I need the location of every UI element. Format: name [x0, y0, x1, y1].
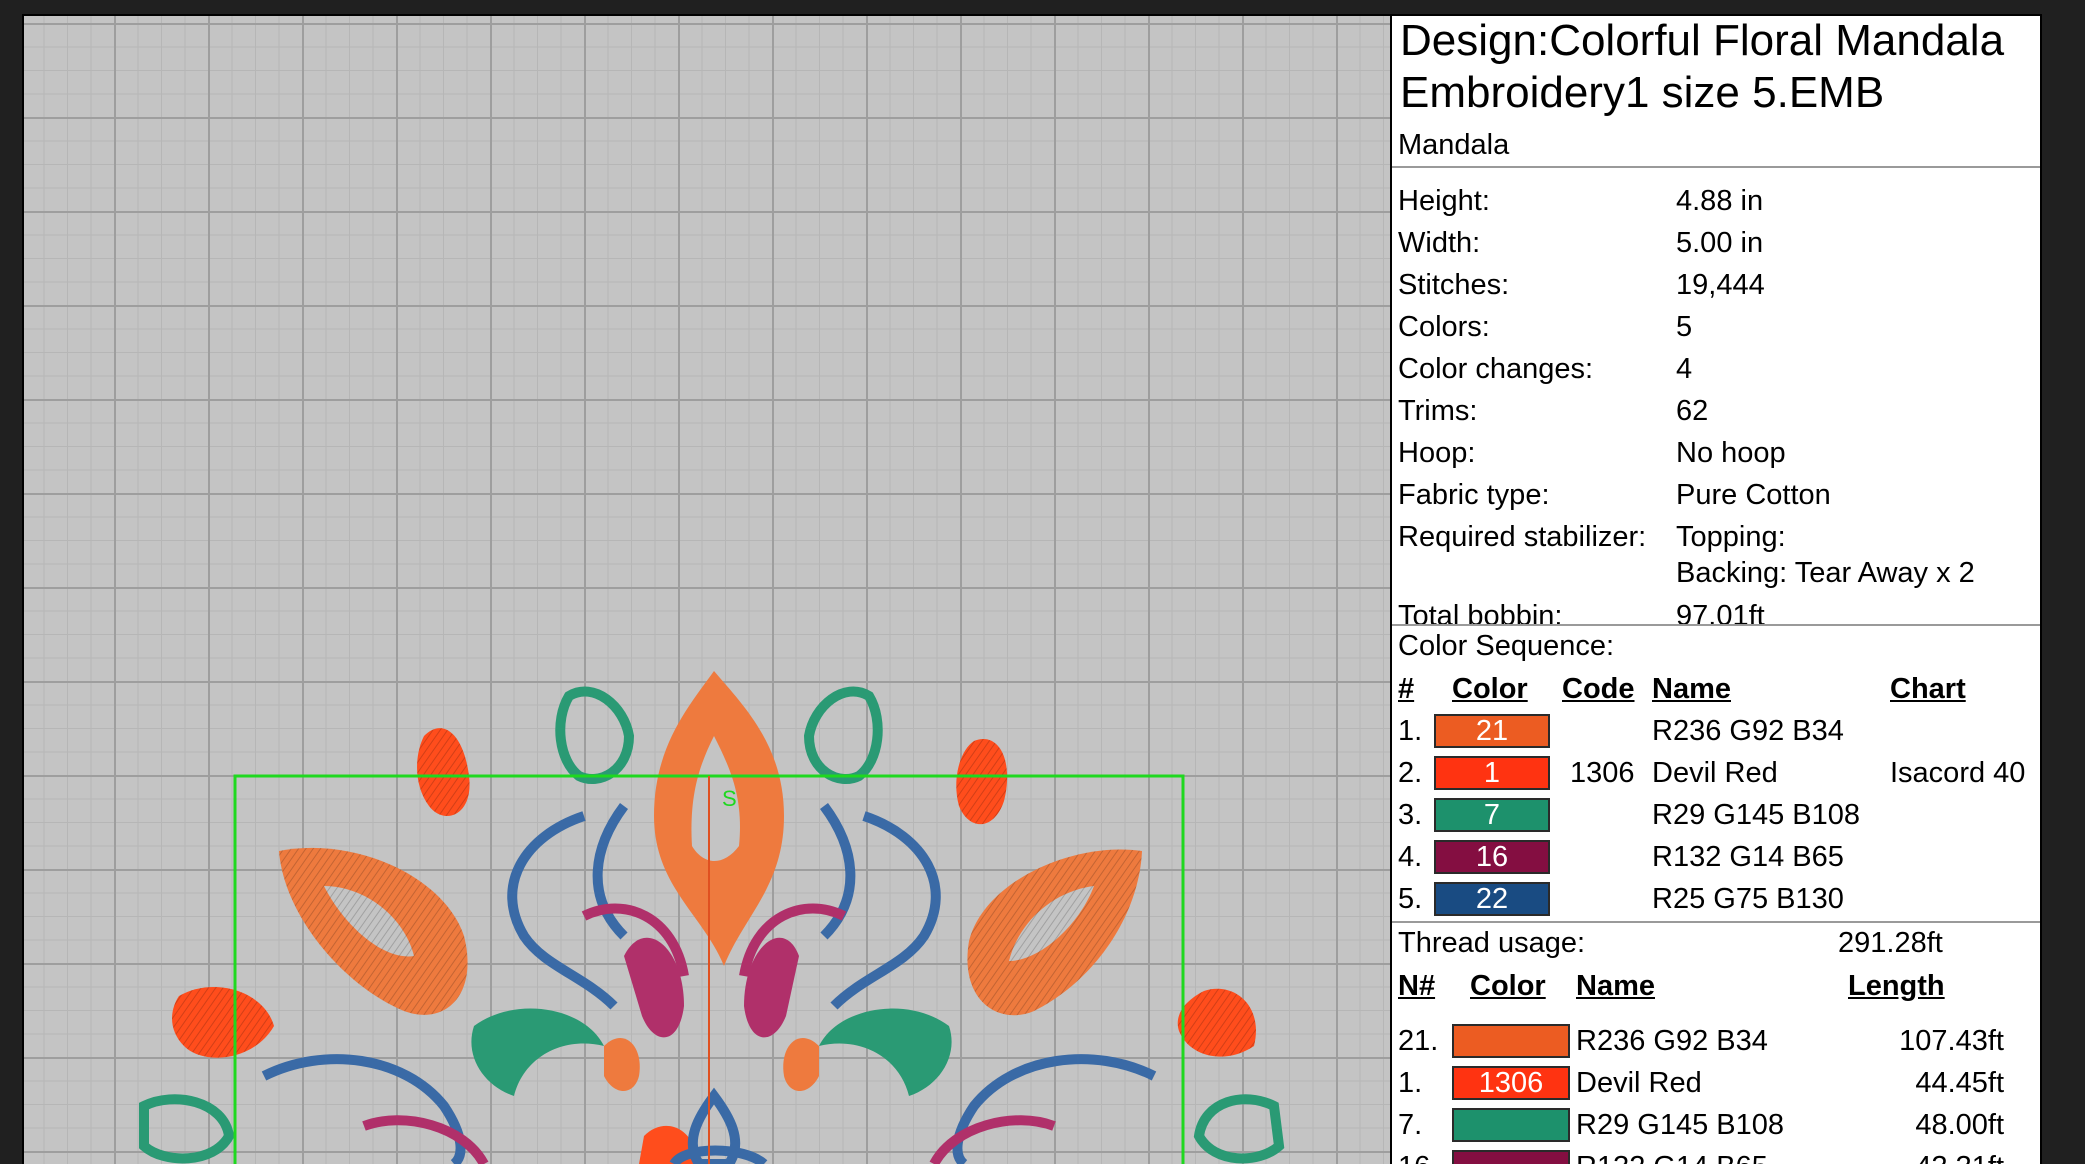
start-marker: S	[722, 786, 737, 811]
color-sequence-row: 5. 22 R25 G75 B130	[1392, 880, 2040, 920]
stat-value: 62	[1676, 394, 1708, 428]
col-header-color: Color	[1452, 672, 1528, 706]
stat-value: 19,444	[1676, 268, 1765, 302]
thread-usage-row: 7. R29 G145 B108 48.00ft	[1392, 1106, 2040, 1146]
stat-label: Color changes:	[1398, 352, 1593, 386]
usage-header-color: Color	[1470, 969, 1546, 1003]
design-info-panel: Design:Colorful Floral Mandala Embroider…	[1392, 16, 2040, 1164]
row-number: 4.	[1398, 840, 1422, 874]
color-swatch	[1452, 1024, 1570, 1058]
divider	[1392, 624, 2040, 626]
thread-name: R236 G92 B34	[1652, 714, 1844, 748]
thread-name: R29 G145 B108	[1652, 798, 1860, 832]
color-swatch: 16	[1434, 840, 1550, 874]
design-title-line2: Embroidery1 size 5.EMB	[1400, 68, 1884, 118]
thread-code: 1306	[1570, 756, 1635, 790]
col-header-code: Code	[1562, 672, 1635, 706]
thread-name: R25 G75 B130	[1652, 882, 1844, 916]
stat-label: Height:	[1398, 184, 1490, 218]
row-number: 7.	[1398, 1108, 1422, 1142]
thread-length: 48.00ft	[1832, 1108, 2004, 1142]
thread-name: R236 G92 B34	[1576, 1024, 1768, 1058]
teal-crescents	[471, 1009, 951, 1096]
thread-usage-row: 21. R236 G92 B34 107.43ft	[1392, 1022, 2040, 1062]
design-title-line1: Design:Colorful Floral Mandala	[1400, 16, 2004, 66]
stat-value: Topping:	[1676, 520, 1786, 554]
design-category: Mandala	[1398, 128, 1509, 162]
thread-name: Devil Red	[1652, 756, 1778, 790]
row-number: 2.	[1398, 756, 1422, 790]
thread-length: 44.45ft	[1832, 1066, 2004, 1100]
stat-label: Total bobbin:	[1398, 599, 1562, 633]
stat-value: No hoop	[1676, 436, 1786, 470]
color-sequence-row: 3. 7 R29 G145 B108	[1392, 796, 2040, 836]
color-swatch: 22	[1434, 882, 1550, 916]
thread-usage-total: 291.28ft	[1838, 926, 1943, 960]
col-header-name: Name	[1652, 672, 1731, 706]
color-swatch: 1306	[1452, 1066, 1570, 1100]
divider	[1392, 166, 2040, 168]
color-swatch	[1452, 1108, 1570, 1142]
thread-name: R29 G145 B108	[1576, 1108, 1784, 1142]
stat-label: Trims:	[1398, 394, 1477, 428]
mandala-embroidery-preview: S	[24, 16, 1390, 1164]
color-swatch: 21	[1434, 714, 1550, 748]
row-number: 5.	[1398, 882, 1422, 916]
stat-label: Fabric type:	[1398, 478, 1550, 512]
thread-usage-title: Thread usage:	[1398, 926, 1585, 960]
row-number: 21.	[1398, 1024, 1438, 1058]
usage-header-num: N#	[1398, 969, 1435, 1003]
row-number: 1.	[1398, 1066, 1422, 1100]
thread-name: R132 G14 B65	[1652, 840, 1844, 874]
stat-value: 5.00 in	[1676, 226, 1763, 260]
stat-label: Colors:	[1398, 310, 1490, 344]
stat-value: Pure Cotton	[1676, 478, 1831, 512]
col-header-chart: Chart	[1890, 672, 1966, 706]
thread-usage-row: 1. 1306Devil Red 44.45ft	[1392, 1064, 2040, 1104]
thread-chart: Isacord 40	[1890, 756, 2025, 790]
usage-header-name: Name	[1576, 969, 1655, 1003]
color-sequence-row: 1. 21 R236 G92 B34	[1392, 712, 2040, 752]
thread-name: Devil Red	[1576, 1066, 1702, 1100]
design-preview-canvas[interactable]: S	[24, 16, 1392, 1164]
thread-length: 107.43ft	[1832, 1024, 2004, 1058]
color-sequence-row: 2. 1 1306 Devil Red Isacord 40	[1392, 754, 2040, 794]
stat-label: Required stabilizer:	[1398, 520, 1646, 554]
report-sheet: S Design:Colorful Floral Mandala Embroid…	[22, 14, 2042, 1164]
col-header-num: #	[1398, 672, 1414, 706]
usage-header-length: Length	[1848, 969, 1945, 1003]
small-orange-petals	[604, 1038, 819, 1091]
divider	[1392, 921, 2040, 923]
row-number: 3.	[1398, 798, 1422, 832]
color-sequence-row: 4. 16 R132 G14 B65	[1392, 838, 2040, 878]
stat-label: Width:	[1398, 226, 1480, 260]
stat-value: 5	[1676, 310, 1692, 344]
stat-value: 97.01ft	[1676, 599, 1765, 633]
row-number: 1.	[1398, 714, 1422, 748]
color-sequence-title: Color Sequence:	[1398, 629, 1614, 663]
color-swatch: 7	[1434, 798, 1550, 832]
stat-value: 4.88 in	[1676, 184, 1763, 218]
stat-label: Hoop:	[1398, 436, 1475, 470]
stat-value-secondary: Backing: Tear Away x 2	[1676, 556, 1975, 590]
color-swatch: 1	[1434, 756, 1550, 790]
stat-label: Stitches:	[1398, 268, 1509, 302]
stat-value: 4	[1676, 352, 1692, 386]
